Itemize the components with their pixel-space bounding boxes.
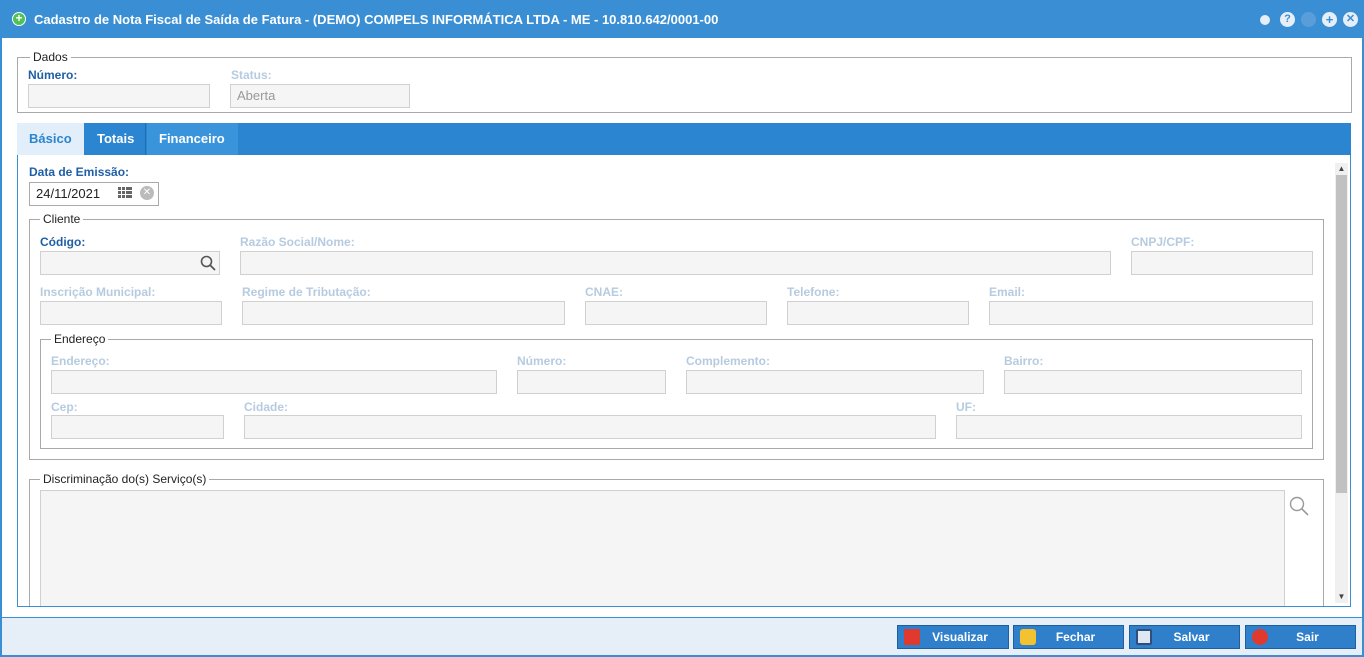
exit-icon (1252, 629, 1268, 645)
close-icon[interactable]: ✕ (1343, 12, 1358, 27)
tab-panel-basico: Data de Emissão: 24/11/2021 ✕ Cliente Có… (17, 155, 1351, 607)
razao-social-field[interactable] (240, 251, 1111, 275)
title-bar[interactable]: Cadastro de Nota Fiscal de Saída de Fatu… (2, 2, 1362, 38)
bairro-field[interactable] (1004, 370, 1302, 394)
cnpj-field[interactable] (1131, 251, 1313, 275)
minimize-icon[interactable] (1260, 15, 1270, 25)
data-emissao-label: Data de Emissão: (29, 165, 130, 179)
uf-field[interactable] (956, 415, 1302, 439)
cnae-label: CNAE: (585, 285, 623, 299)
inscricao-municipal-label: Inscrição Municipal: (40, 285, 156, 299)
pdf-icon (904, 629, 920, 645)
bairro-label: Bairro: (1004, 354, 1044, 368)
status-field[interactable]: Aberta (230, 84, 410, 108)
search-icon[interactable] (200, 255, 216, 271)
calendar-icon[interactable] (118, 186, 132, 200)
codigo-field[interactable] (40, 251, 220, 275)
inscricao-municipal-field[interactable] (40, 301, 222, 325)
cliente-legend: Cliente (40, 212, 84, 226)
numero-field[interactable] (28, 84, 210, 108)
endereco-label: Endereço: (51, 354, 110, 368)
vertical-scrollbar[interactable]: ▲ ▼ (1335, 163, 1348, 603)
data-emissao-value: 24/11/2021 (36, 186, 101, 201)
clear-date-icon[interactable]: ✕ (140, 186, 154, 200)
regime-tributacao-field[interactable] (242, 301, 565, 325)
email-field[interactable] (989, 301, 1313, 325)
scroll-thumb[interactable] (1336, 175, 1347, 493)
dados-legend: Dados (30, 50, 71, 64)
window: Cadastro de Nota Fiscal de Saída de Fatu… (0, 0, 1364, 657)
scroll-up-icon[interactable]: ▲ (1335, 163, 1348, 175)
cnae-field[interactable] (585, 301, 767, 325)
cep-label: Cep: (51, 400, 78, 414)
razao-social-label: Razão Social/Nome: (240, 235, 355, 249)
sair-label: Sair (1296, 630, 1319, 644)
window-title: Cadastro de Nota Fiscal de Saída de Fatu… (34, 12, 719, 27)
fechar-label: Fechar (1055, 630, 1096, 644)
footer-toolbar: Visualizar Fechar Salvar Sair (2, 617, 1362, 655)
cep-field[interactable] (51, 415, 224, 439)
complemento-label: Complemento: (686, 354, 770, 368)
salvar-label: Salvar (1173, 630, 1210, 644)
tab-totais[interactable]: Totais (85, 123, 146, 155)
salvar-button[interactable]: Salvar (1129, 625, 1240, 649)
status-label: Status: (231, 68, 272, 82)
restore-icon[interactable] (1301, 12, 1316, 27)
telefone-label: Telefone: (787, 285, 840, 299)
visualizar-label: Visualizar (932, 630, 988, 644)
visualizar-button[interactable]: Visualizar (897, 625, 1009, 649)
servicos-legend: Discriminação do(s) Serviço(s) (40, 472, 210, 486)
help-icon[interactable]: ? (1280, 12, 1295, 27)
endereco-legend: Endereço (51, 332, 109, 346)
tab-financeiro[interactable]: Financeiro (147, 123, 238, 155)
cidade-field[interactable] (244, 415, 936, 439)
add-icon (12, 11, 26, 26)
save-icon (1136, 629, 1152, 645)
servicos-textarea[interactable] (40, 490, 1285, 606)
uf-label: UF: (956, 400, 976, 414)
tab-bar: Básico Totais Financeiro (17, 123, 1351, 155)
numero-label: Número: (28, 68, 78, 82)
fechar-button[interactable]: Fechar (1013, 625, 1124, 649)
tab-basico[interactable]: Básico (17, 123, 84, 155)
complemento-field[interactable] (686, 370, 984, 394)
telefone-field[interactable] (787, 301, 969, 325)
email-label: Email: (989, 285, 1026, 299)
sair-button[interactable]: Sair (1245, 625, 1356, 649)
cidade-label: Cidade: (244, 400, 289, 414)
dados-group: Dados Número: Status: Aberta (17, 50, 1352, 113)
cliente-group: Cliente Código: Razão Social/Nome: CNPJ/… (29, 212, 1324, 460)
endereco-field[interactable] (51, 370, 497, 394)
lock-icon (1020, 629, 1036, 645)
search-servicos-icon[interactable] (1289, 496, 1309, 516)
maximize-icon[interactable]: + (1322, 12, 1337, 27)
codigo-label: Código: (40, 235, 86, 249)
cnpj-label: CNPJ/CPF: (1131, 235, 1195, 249)
endereco-numero-field[interactable] (517, 370, 666, 394)
servicos-group: Discriminação do(s) Serviço(s) (29, 472, 1324, 606)
regime-tributacao-label: Regime de Tributação: (242, 285, 371, 299)
endereco-numero-label: Número: (517, 354, 567, 368)
scroll-down-icon[interactable]: ▼ (1335, 591, 1348, 603)
endereco-group: Endereço Endereço: Número: Complemento: … (40, 332, 1313, 449)
